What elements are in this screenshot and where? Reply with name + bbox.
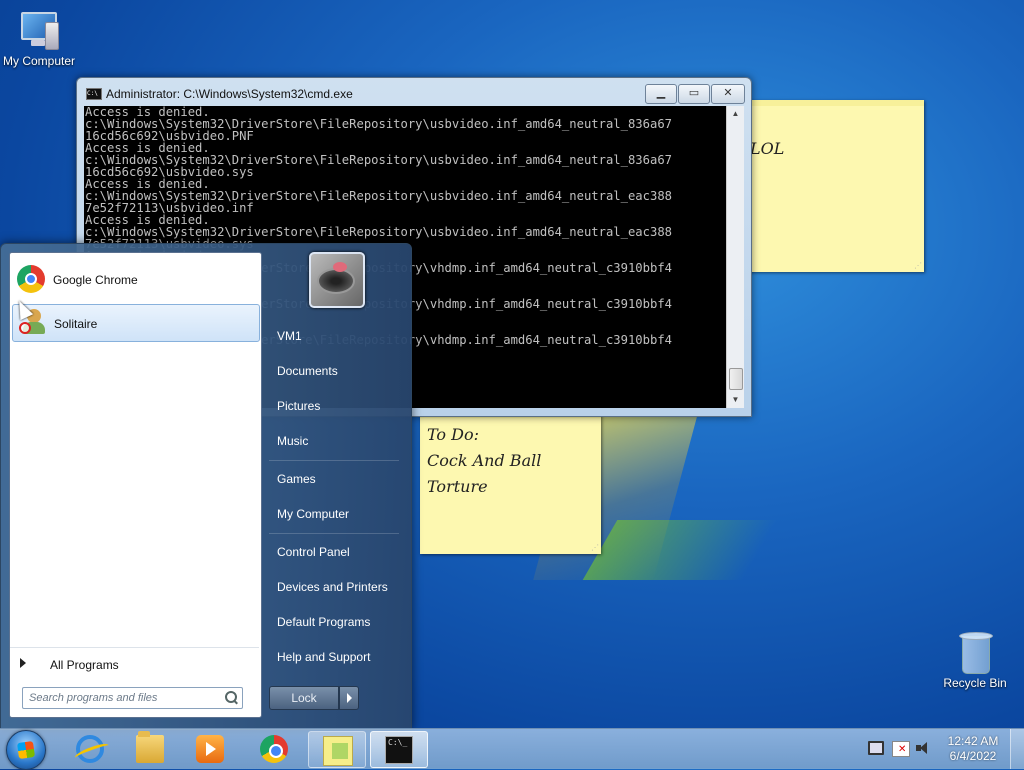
taskbar-button-sticky-notes[interactable] [308,731,366,768]
cmd-icon: C:\ [86,88,102,100]
item-label: Control Panel [277,545,350,559]
taskbar-button-chrome[interactable] [246,731,302,766]
taskbar-button-media-player[interactable] [182,731,238,766]
start-search-box[interactable] [22,687,243,709]
sticky-note-text[interactable]: To Do: Cock And Ball Torture [420,418,601,504]
desktop-icon-label: Recycle Bin [943,676,1007,690]
scroll-thumb[interactable] [729,368,743,390]
close-button[interactable]: ✕ [711,84,745,104]
item-label: My Computer [277,507,350,521]
start-right-item-default-programs[interactable]: Default Programs [269,608,407,636]
desktop-icon-label: My Computer [2,54,76,68]
clock-time: 12:42 AM [947,734,999,748]
vertical-scrollbar[interactable]: ▲ ▼ [726,106,744,408]
recycle-bin-icon [957,630,993,674]
taskbar-button-file-explorer[interactable] [122,731,178,766]
clock[interactable]: 12:42 AM 6/4/2022 [940,734,1006,764]
start-right-item-documents[interactable]: Documents [269,357,407,385]
resize-grip[interactable]: ⋰ [914,261,922,270]
chrome-icon [17,265,45,293]
start-item-label: Solitaire [54,317,98,331]
minimize-button[interactable]: ▁ [645,84,677,104]
note-line: To Do: [427,425,479,444]
item-label: Games [277,472,316,486]
sticky-note-text[interactable]: LOL [740,106,924,166]
note-line: Cock And Ball [427,451,542,470]
windows-logo-icon [16,740,36,760]
all-programs-button[interactable]: All Programs [10,647,259,680]
resize-grip[interactable]: ⋰ [591,543,599,552]
start-menu: Google Chrome Solitaire All Programs VM1… [0,243,412,730]
my-computer-icon [17,8,61,52]
desktop-icon-recycle-bin[interactable]: Recycle Bin [932,630,1018,690]
system-tray: 12:42 AM 6/4/2022 [862,729,1024,769]
sticky-note[interactable]: LOL ⋰ [740,100,924,272]
clock-date: 6/4/2022 [949,749,997,763]
start-item-solitaire[interactable]: Solitaire [12,304,260,342]
maximize-button[interactable]: ▭ [678,84,710,104]
desktop-icon-my-computer[interactable]: My Computer [0,8,82,68]
cmd-icon: C:\_ [385,736,413,764]
item-label: Help and Support [277,650,371,664]
sticky-notes-icon [323,736,353,766]
separator [269,460,399,461]
scroll-up-arrow-icon[interactable]: ▲ [727,106,744,122]
search-input[interactable] [23,689,221,707]
start-right-item-devices-and-printers[interactable]: Devices and Printers [269,573,407,601]
arrow-right-icon [20,658,26,668]
lock-button[interactable]: Lock [269,686,339,710]
item-label: Documents [277,364,338,378]
internet-explorer-icon [76,735,104,763]
action-center-icon[interactable] [892,741,910,757]
item-label: Default Programs [277,615,371,629]
media-player-icon [196,735,224,763]
item-label: VM1 [277,329,302,343]
start-item-google-chrome[interactable]: Google Chrome [12,261,258,297]
window-title: Administrator: C:\Windows\System32\cmd.e… [106,87,353,101]
taskbar-button-cmd[interactable]: C:\_ [370,731,428,768]
item-label: Devices and Printers [277,580,388,594]
file-explorer-icon [136,731,164,763]
start-button[interactable] [6,730,46,770]
start-item-label: Google Chrome [53,273,138,287]
start-right-item-control-panel[interactable]: Control Panel [269,538,407,566]
search-icon[interactable] [225,691,237,703]
volume-icon[interactable] [916,741,932,755]
start-right-item-music[interactable]: Music [269,427,407,455]
start-right-item-vm1[interactable]: VM1 [269,322,407,350]
taskbar: C:\_ 12:42 AM 6/4/2022 [0,728,1024,770]
item-label: Music [277,434,309,448]
start-right-item-help-and-support[interactable]: Help and Support [269,643,407,671]
show-desktop-button[interactable] [1010,729,1024,769]
item-label: Pictures [277,399,321,413]
sticky-note[interactable]: To Do: Cock And Ball Torture ⋰ [420,412,601,554]
start-right-item-my-computer[interactable]: My Computer [269,500,407,528]
separator [269,533,399,534]
start-menu-places-pane: VM1 Documents Pictures Music Games My Co… [263,244,409,729]
all-programs-label: All Programs [50,658,119,672]
start-menu-programs-pane: Google Chrome Solitaire All Programs [9,252,262,718]
start-right-item-pictures[interactable]: Pictures [269,392,407,420]
chrome-icon [260,735,288,763]
user-avatar[interactable] [309,252,365,308]
start-right-item-games[interactable]: Games [269,465,407,493]
network-icon[interactable] [868,741,884,755]
scroll-down-arrow-icon[interactable]: ▼ [727,392,744,408]
cmd-titlebar[interactable]: C:\ Administrator: C:\Windows\System32\c… [77,78,751,106]
taskbar-button-internet-explorer[interactable] [62,731,118,766]
note-line: Torture [427,477,488,496]
wallpaper-green-streak [582,520,778,580]
shutdown-options-arrow-icon[interactable] [339,686,359,710]
